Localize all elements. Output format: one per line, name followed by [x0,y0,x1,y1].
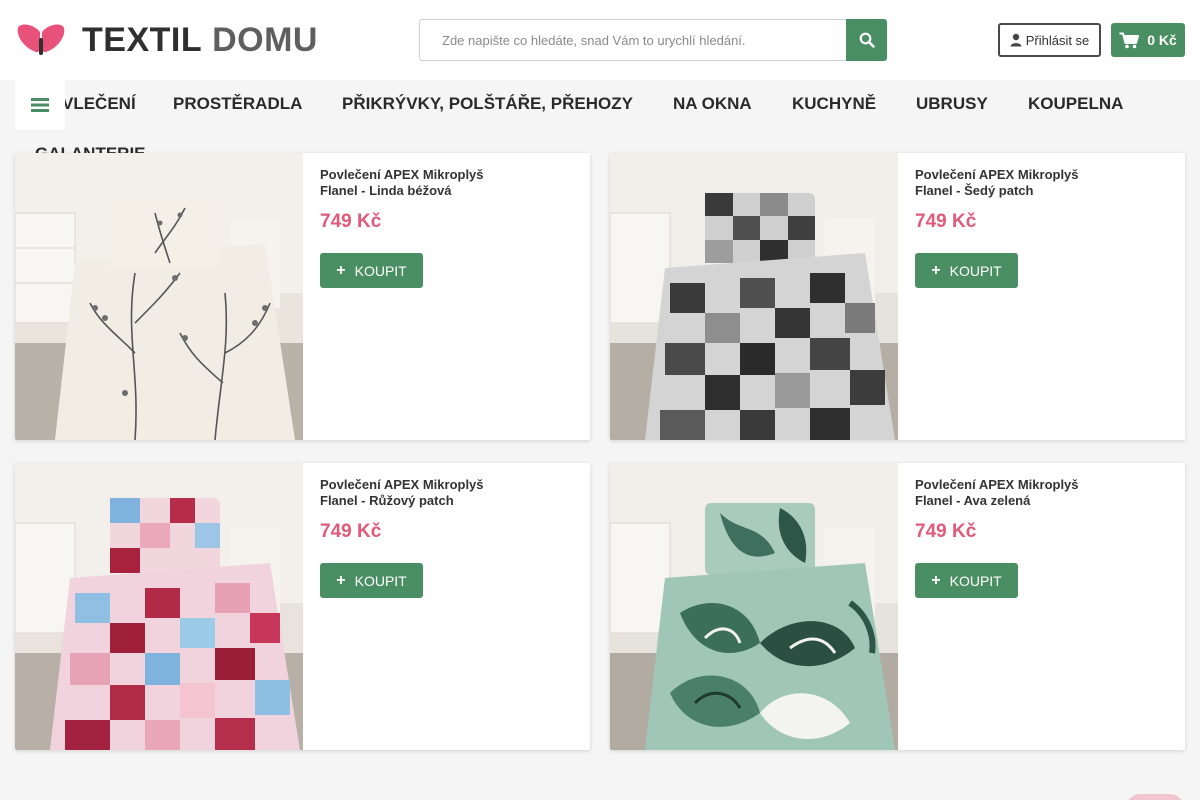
login-label: Přihlásit se [1025,32,1090,48]
product-card[interactable]: Povlečení APEX Mikroplyš Flanel - Šedý p… [610,153,1185,440]
bedding-photo-pink-patch [15,463,303,750]
nav-item-kuchyne[interactable]: KUCHYNĚ [792,94,876,114]
search-icon [859,32,875,48]
logo-word-domu: DOMU [212,21,318,59]
product-title[interactable]: Povlečení APEX Mikroplyš Flanel - Růžový… [320,477,500,509]
menu-toggle-button[interactable] [15,80,65,130]
product-card[interactable]: Povlečení APEX Mikroplyš Flanel - Linda … [15,153,590,440]
buy-button[interactable]: + KOUPIT [320,563,423,598]
product-image[interactable] [15,463,303,750]
buy-button[interactable]: + KOUPIT [915,253,1018,288]
plus-icon: + [336,571,346,589]
cart-button[interactable]: 0 Kč [1111,23,1185,57]
product-image[interactable] [610,463,898,750]
bedding-photo-gray-patch [610,153,898,440]
product-card[interactable]: Povlečení APEX Mikroplyš Flanel - Růžový… [15,463,590,750]
product-price: 749 Kč [915,521,977,542]
nav-item-koupelna[interactable]: KOUPELNA [1028,94,1123,114]
buy-label: KOUPIT [354,572,407,589]
product-info: Povlečení APEX Mikroplyš Flanel - Růžový… [320,477,580,598]
nav-item-povleceni[interactable]: VLEČENÍ [62,94,136,114]
plus-icon: + [336,261,346,279]
product-info: Povlečení APEX Mikroplyš Flanel - Linda … [320,167,580,288]
plus-icon: + [931,261,941,279]
nav-item-ubrusy[interactable]: UBRUSY [916,94,988,114]
bedding-photo-beige-branches [15,153,303,440]
site-header: TEXTILDOMU Přihlásit se 0 Kč [0,0,1200,80]
product-image[interactable] [610,153,898,440]
search-button[interactable] [846,19,887,61]
product-card[interactable]: Povlečení APEX Mikroplyš Flanel - Ava ze… [610,463,1185,750]
buy-button[interactable]: + KOUPIT [915,563,1018,598]
login-button[interactable]: Přihlásit se [998,23,1101,57]
logo-word-textil: TEXTIL [82,21,203,59]
butterfly-logo-icon [17,24,65,55]
buy-label: KOUPIT [354,262,407,279]
bedding-photo-green-floral [610,463,898,750]
buy-button[interactable]: + KOUPIT [320,253,423,288]
scroll-to-top-button[interactable] [1126,794,1184,800]
buy-label: KOUPIT [949,572,1002,589]
plus-icon: + [931,571,941,589]
nav-item-prosteradla[interactable]: PROSTĚRADLA [173,94,302,114]
nav-item-prikryvky[interactable]: PŘIKRÝVKY, POLŠTÁŘE, PŘEHOZY [342,94,633,114]
search-bar [419,19,887,61]
product-image[interactable] [15,153,303,440]
product-info: Povlečení APEX Mikroplyš Flanel - Šedý p… [915,167,1175,288]
product-title[interactable]: Povlečení APEX Mikroplyš Flanel - Šedý p… [915,167,1095,199]
product-price: 749 Kč [320,211,382,232]
cart-total: 0 Kč [1147,32,1177,48]
product-info: Povlečení APEX Mikroplyš Flanel - Ava ze… [915,477,1175,598]
hamburger-icon [31,98,49,112]
search-input[interactable] [419,19,846,61]
product-title[interactable]: Povlečení APEX Mikroplyš Flanel - Ava ze… [915,477,1095,509]
product-price: 749 Kč [320,521,382,542]
buy-label: KOUPIT [949,262,1002,279]
cart-icon [1119,32,1140,48]
site-logo[interactable]: TEXTIL DOMU [16,22,318,58]
nav-item-na-okna[interactable]: NA OKNA [673,94,752,114]
logo-text: TEXTIL DOMU [82,22,318,58]
product-price: 749 Kč [915,211,977,232]
product-title[interactable]: Povlečení APEX Mikroplyš Flanel - Linda … [320,167,500,199]
user-icon [1010,33,1022,47]
